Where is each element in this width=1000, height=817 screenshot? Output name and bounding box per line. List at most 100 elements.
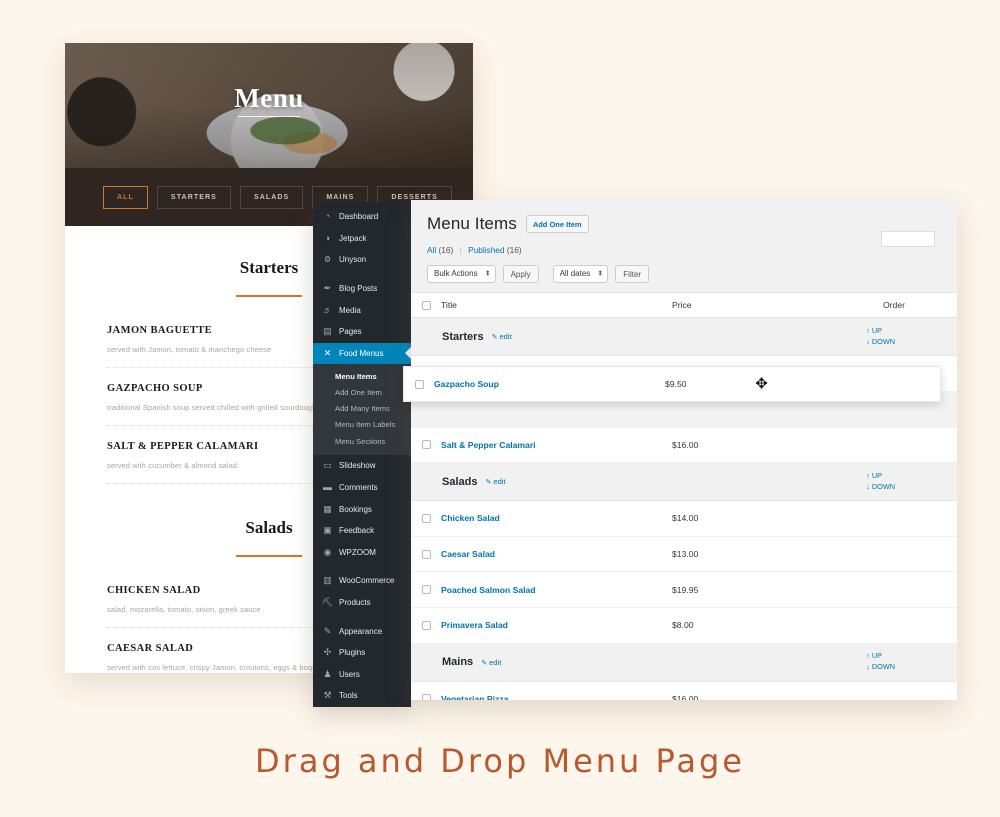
select-all-checkbox[interactable] (421, 300, 431, 310)
sidebar-item-media[interactable]: ♬ Media (313, 299, 411, 321)
figure-caption: Drag and Drop Menu Page (255, 742, 745, 780)
dragging-table-row[interactable]: Gazpacho Soup $9.50 ✥ (403, 366, 941, 402)
row-select-cell[interactable] (411, 549, 441, 559)
view-filter-published[interactable]: Published (468, 245, 504, 255)
menu-hero-title: Menu (234, 83, 304, 113)
select-all-cell[interactable] (411, 300, 441, 310)
row-title[interactable]: Caesar Salad (441, 549, 672, 559)
sidebar-divider (313, 563, 411, 570)
sidebar-item-comments[interactable]: ▬ Comments (313, 477, 411, 499)
menu-filter-starters[interactable]: STARTERS (156, 185, 231, 209)
row-select-cell[interactable] (411, 440, 441, 450)
sidebar-item-tools[interactable]: ⚒ Tools (313, 685, 411, 707)
column-header-title[interactable]: Title (441, 300, 672, 310)
submenu-item-add-many-items[interactable]: Add Many Items (313, 401, 411, 417)
row-checkbox[interactable] (414, 379, 424, 389)
sidebar-item-wpzoom[interactable]: ◉ WPZOOM (313, 541, 411, 563)
menu-filter-all[interactable]: ALL (103, 185, 148, 209)
move-down-button[interactable]: ↓ DOWN (866, 482, 895, 493)
table-row[interactable]: Poached Salmon Salad $19.95 (411, 572, 957, 608)
move-up-button[interactable]: ↑ UP (866, 326, 895, 337)
sidebar-item-label: Users (339, 669, 360, 679)
row-title[interactable]: Poached Salmon Salad (441, 585, 672, 595)
table-row[interactable]: Salt & Pepper Calamari $16.00 (411, 427, 957, 464)
row-title[interactable]: Gazpacho Soup (434, 379, 665, 389)
filter-button[interactable]: Filter (615, 265, 650, 284)
submenu-item-menu-items[interactable]: Menu Items (313, 368, 411, 384)
row-price: $9.50 (665, 379, 687, 389)
submenu-item-menu-item-labels[interactable]: Menu Item Labels (313, 417, 411, 433)
row-checkbox[interactable] (421, 585, 431, 595)
row-title[interactable]: Salt & Pepper Calamari (441, 440, 672, 450)
row-title[interactable]: Primavera Salad (441, 620, 672, 630)
submenu-item-menu-sections[interactable]: Menu Sections (313, 433, 411, 449)
row-checkbox[interactable] (421, 694, 431, 700)
view-filter-all[interactable]: All (427, 245, 436, 255)
move-down-button[interactable]: ↓ DOWN (866, 337, 895, 348)
move-up-button[interactable]: ↑ UP (866, 471, 895, 482)
search-input[interactable] (881, 231, 935, 247)
wpzoom-icon: ◉ (323, 546, 332, 557)
sidebar-item-feedback[interactable]: ▣ Feedback (313, 520, 411, 542)
brush-icon: ✎ (323, 625, 332, 636)
apply-button[interactable]: Apply (502, 265, 539, 284)
sidebar-item-label: Food Menus (339, 348, 384, 358)
sidebar-item-bookings[interactable]: ▦ Bookings (313, 498, 411, 520)
sidebar-item-plugins[interactable]: ✣ Plugins (313, 642, 411, 664)
sidebar-item-products[interactable]: ⛏ Products (313, 592, 411, 614)
screenshot-stage: Menu ALL STARTERS SALADS MAINS DESSERTS … (0, 0, 1000, 817)
table-toolbar: Bulk Actions ⬍ Apply All dates ⬍ Filter (427, 265, 941, 284)
arrow-up-icon: ↑ (866, 326, 870, 336)
table-section-row: Starters ✎ edit ↑ UP ↓ DOWN (411, 318, 957, 357)
row-title[interactable]: Chicken Salad (441, 513, 672, 523)
row-title[interactable]: Vegetarian Pizza (441, 694, 672, 700)
row-checkbox[interactable] (421, 513, 431, 523)
sidebar-item-unyson[interactable]: Ⱉ Unyson (313, 249, 411, 271)
section-edit-label: edit (489, 657, 502, 667)
column-header-price[interactable]: Price (672, 300, 883, 310)
dates-select[interactable]: All dates ⬍ (552, 265, 609, 284)
sidebar-item-label: Jetpack (339, 233, 367, 243)
sidebar-item-jetpack[interactable]: ◑ Jetpack (313, 228, 411, 250)
row-price: $16.00 (672, 439, 699, 450)
move-down-label: DOWN (871, 481, 895, 491)
move-up-button[interactable]: ↑ UP (866, 651, 895, 662)
sidebar-item-blog-posts[interactable]: ✒ Blog Posts (313, 278, 411, 300)
move-down-button[interactable]: ↓ DOWN (866, 662, 895, 673)
sidebar-item-pages[interactable]: ▤ Pages (313, 321, 411, 343)
arrow-up-icon: ↑ (866, 471, 870, 481)
submenu-item-add-one-item[interactable]: Add One Item (313, 384, 411, 400)
row-select-cell[interactable] (411, 694, 441, 700)
sidebar-item-appearance[interactable]: ✎ Appearance (313, 620, 411, 642)
sidebar-item-slideshow[interactable]: ▭ Slideshow (313, 455, 411, 477)
table-row[interactable]: Caesar Salad $13.00 (411, 536, 957, 573)
section-name: Mains (442, 656, 474, 669)
panel-header: Menu Items Add One Item All (16) | Publi… (411, 200, 957, 284)
row-checkbox[interactable] (421, 440, 431, 450)
bulk-actions-select[interactable]: Bulk Actions ⬍ (427, 265, 496, 284)
row-select-cell[interactable] (411, 585, 441, 595)
column-header-order[interactable]: Order (883, 300, 957, 310)
menu-filter-salads[interactable]: SALADS (239, 185, 304, 209)
row-select-cell[interactable] (404, 379, 434, 389)
sidebar-item-dashboard[interactable]: ◔ Dashboard (313, 206, 411, 228)
sidebar-item-users[interactable]: ♟ Users (313, 663, 411, 685)
pencil-icon: ✎ (485, 479, 492, 487)
utensils-icon: ✕ (323, 347, 332, 358)
move-down-label: DOWN (871, 336, 895, 346)
table-row[interactable]: Primavera Salad $8.00 (411, 607, 957, 644)
row-select-cell[interactable] (411, 513, 441, 523)
section-edit-link[interactable]: ✎ edit (492, 332, 512, 341)
section-edit-link[interactable]: ✎ edit (485, 477, 505, 486)
add-one-item-button[interactable]: Add One Item (525, 215, 589, 233)
row-checkbox[interactable] (421, 620, 431, 630)
section-order-controls: ↑ UP ↓ DOWN (866, 471, 895, 492)
view-filter-all-count: (16) (438, 245, 454, 255)
row-checkbox[interactable] (421, 549, 431, 559)
row-select-cell[interactable] (411, 620, 441, 630)
sidebar-item-food-menus[interactable]: ✕ Food Menus (313, 342, 411, 365)
section-edit-link[interactable]: ✎ edit (481, 658, 501, 667)
table-row[interactable]: Chicken Salad $14.00 (411, 501, 957, 537)
table-row[interactable]: Vegetarian Pizza $16.00 (411, 681, 957, 700)
sidebar-item-woocommerce[interactable]: ▥ WooCommerce (313, 570, 411, 592)
